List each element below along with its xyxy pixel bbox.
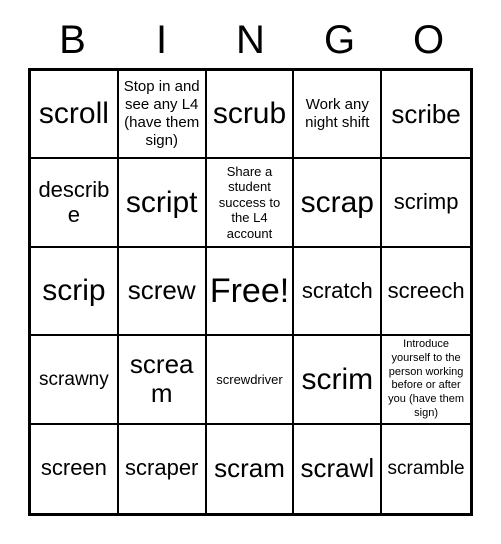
bingo-cell-r3c5[interactable]: screech [382, 247, 470, 337]
bingo-cell-label: screech [387, 277, 465, 303]
bingo-cell-r3c4[interactable]: scratch [294, 247, 383, 337]
bingo-cell-r1c4[interactable]: Work any night shift [294, 71, 383, 160]
bingo-cell-r1c2[interactable]: Stop in and see any L4 (have them sign) [118, 71, 207, 160]
bingo-cell-label: scroll [38, 97, 109, 131]
bingo-cell-r5c4[interactable]: scrawl [294, 424, 383, 513]
bingo-cell-r1c3[interactable]: scrub [206, 71, 295, 160]
bingo-cell-r1c5[interactable]: scribe [382, 71, 470, 160]
bingo-cell-label: scratch [301, 277, 373, 303]
bingo-cell-free-space[interactable]: Free! [206, 247, 295, 337]
bingo-cell-r4c1[interactable]: scrawny [31, 336, 119, 425]
bingo-header-letter-i: I [155, 18, 168, 62]
bingo-cell-label: script [125, 185, 198, 219]
bingo-cell-label: scream [129, 349, 194, 409]
bingo-cell-label: Share a student success to the L4 accoun… [218, 163, 281, 241]
bingo-cell-label: scraper [125, 455, 199, 481]
bingo-cell-r2c5[interactable]: scrimp [382, 159, 470, 248]
bingo-cell-r5c3[interactable]: scram [206, 424, 295, 513]
bingo-cell-r4c2[interactable]: scream [118, 336, 207, 425]
bingo-cell-label: scrawny [39, 368, 109, 390]
bingo-free-space-label: Free! [209, 271, 290, 310]
bingo-cell-r4c3[interactable]: screwdriver [206, 336, 295, 425]
bingo-cell-label: screen [40, 455, 107, 481]
bingo-header-row: B I N G O [28, 14, 473, 66]
bingo-cell-label: scram [214, 453, 285, 484]
bingo-cell-label: scrap [300, 185, 374, 219]
bingo-cell-r5c2[interactable]: scraper [118, 424, 207, 513]
bingo-cell-label: scrub [212, 97, 287, 131]
bingo-cell-r5c1[interactable]: screen [31, 424, 119, 513]
bingo-cell-r4c5[interactable]: Introduce yourself to the person working… [382, 336, 470, 425]
bingo-header-letter-g: G [323, 18, 356, 62]
bingo-cell-r3c2[interactable]: screw [118, 247, 207, 337]
bingo-cell-label: Introduce yourself to the person working… [388, 338, 464, 419]
bingo-cell-label: scrip [42, 274, 106, 308]
bingo-cell-r3c1[interactable]: scrip [31, 247, 119, 337]
bingo-cell-label: screwdriver [216, 371, 283, 387]
bingo-header-letter-o: O [412, 18, 445, 62]
bingo-grid: scroll Stop in and see any L4 (have them… [28, 68, 473, 516]
bingo-header-letter-n: N [236, 18, 265, 62]
bingo-cell-r1c1[interactable]: scroll [31, 71, 119, 160]
bingo-card: B I N G O scroll Stop in and see any L4 … [0, 0, 501, 544]
bingo-cell-label: Stop in and see any L4 (have them sign) [123, 78, 200, 150]
bingo-cell-label: screw [127, 275, 196, 306]
bingo-cell-label: scribe [391, 98, 461, 129]
bingo-cell-label: Work any night shift [305, 96, 370, 132]
bingo-cell-r2c3[interactable]: Share a student success to the L4 accoun… [206, 159, 295, 248]
bingo-cell-r4c4[interactable]: scrim [294, 336, 383, 425]
bingo-cell-r2c2[interactable]: script [118, 159, 207, 248]
bingo-cell-label: scrim [301, 362, 374, 396]
bingo-cell-label: scramble [387, 458, 465, 480]
bingo-cell-r2c4[interactable]: scrap [294, 159, 383, 248]
bingo-cell-label: scrimp [393, 189, 459, 215]
bingo-cell-r5c5[interactable]: scramble [382, 424, 470, 513]
bingo-cell-label: scrawl [300, 453, 375, 484]
bingo-cell-label: describe [38, 176, 110, 227]
bingo-header-letter-b: B [59, 18, 86, 62]
bingo-cell-r2c1[interactable]: describe [31, 159, 119, 248]
